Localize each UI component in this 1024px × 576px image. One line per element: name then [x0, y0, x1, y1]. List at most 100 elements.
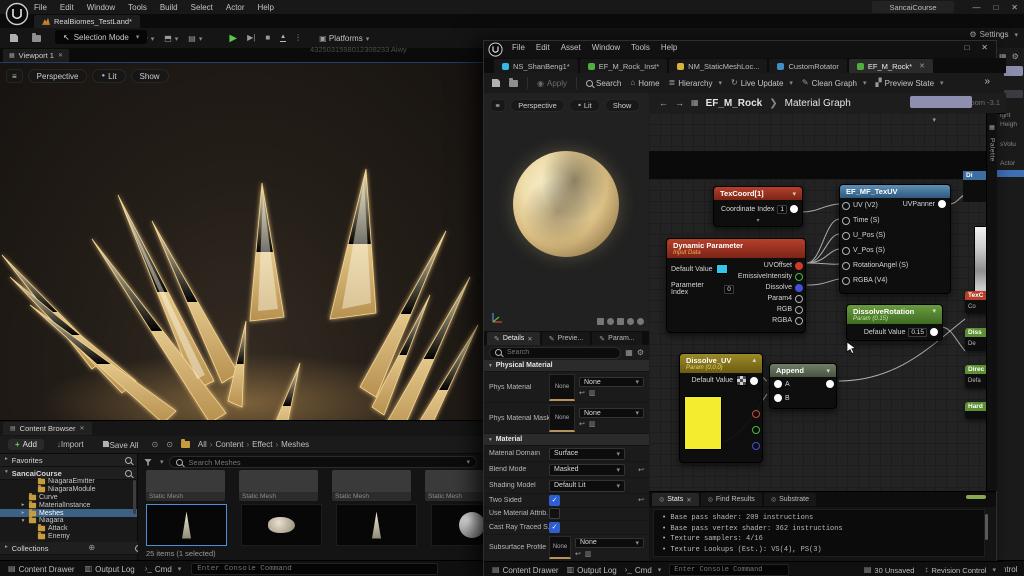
- output-pin[interactable]: [795, 317, 803, 325]
- menu-item[interactable]: Actor: [226, 3, 245, 12]
- output-log-button[interactable]: ▥Output Log: [85, 565, 135, 574]
- browse-icon[interactable]: ▥: [589, 420, 596, 428]
- close-icon[interactable]: ✕: [1011, 3, 1018, 12]
- platforms-dropdown[interactable]: ▣ Platforms▾: [314, 32, 374, 45]
- tab-content-browser[interactable]: ▤ Content Browser ✕: [3, 422, 92, 435]
- node-append[interactable]: Append▾ A B: [769, 363, 837, 409]
- tab-level[interactable]: RealBiomes_TestLand*: [34, 15, 140, 28]
- node-dissolve-rotation[interactable]: DissolveRotation▾ Param (0.15) Default V…: [846, 304, 943, 341]
- graph-canvas[interactable]: TexCoord[1]▾ Coordinate Index 1 ▾ Dynami…: [649, 113, 986, 491]
- node-partial[interactable]: Diss De: [965, 328, 986, 351]
- revision-control-button[interactable]: ↕Revision Control▾: [924, 566, 996, 575]
- floating-combo[interactable]: [910, 96, 972, 108]
- default-value-swatch[interactable]: [736, 375, 747, 386]
- viewport-menu-button[interactable]: ≡: [6, 69, 23, 83]
- parameter-index-input[interactable]: 0: [724, 285, 734, 294]
- asset-tab[interactable]: EF_M_Rock_Inst*✕: [580, 59, 667, 73]
- menu-item[interactable]: Asset: [561, 43, 581, 52]
- stats-tab[interactable]: ◎ Stats✕: [652, 493, 699, 506]
- stop-icon[interactable]: ■: [265, 34, 270, 42]
- asset-tile[interactable]: Static Mesh: [332, 470, 411, 501]
- asset-search-input[interactable]: [187, 457, 460, 468]
- live-update-dropdown[interactable]: ↻Live Update▾: [731, 79, 793, 88]
- selected-row[interactable]: [996, 170, 1024, 177]
- favorites-row[interactable]: ▸Favorites: [0, 454, 137, 467]
- breadcrumb-item[interactable]: All›: [198, 440, 213, 449]
- browse-icon[interactable]: ▥: [589, 389, 596, 397]
- output-pin[interactable]: [826, 380, 834, 388]
- output-pin[interactable]: [795, 295, 803, 303]
- save-icon[interactable]: [492, 79, 500, 87]
- breadcrumb-item[interactable]: Effect›: [252, 440, 278, 449]
- asset-select[interactable]: None▾: [579, 408, 644, 418]
- home-button[interactable]: ⌂Home: [630, 79, 659, 88]
- details-tab[interactable]: ✎ Param...✕: [592, 332, 641, 345]
- minimize-icon[interactable]: —: [972, 3, 980, 12]
- close-icon[interactable]: ✕: [981, 43, 988, 52]
- save-all-button[interactable]: Save All: [97, 438, 144, 452]
- checkbox[interactable]: [549, 495, 560, 506]
- asset-thumbnail[interactable]: None: [549, 374, 575, 401]
- menu-item[interactable]: File: [34, 3, 47, 12]
- revert-icon[interactable]: ↩: [638, 466, 644, 474]
- use-selected-icon[interactable]: ↩: [579, 420, 585, 428]
- menu-item[interactable]: Window: [592, 43, 620, 52]
- import-button[interactable]: ↓Import: [52, 438, 89, 451]
- breadcrumb-item[interactable]: Content›: [215, 440, 249, 449]
- menu-item[interactable]: Select: [191, 3, 213, 12]
- save-icon[interactable]: [10, 34, 18, 42]
- plane-shape-icon[interactable]: [617, 318, 624, 325]
- checkbox[interactable]: [549, 522, 560, 533]
- stats-tab[interactable]: ◎ Find Results✕: [701, 493, 762, 506]
- asset-tile[interactable]: Static Mesh: [239, 470, 318, 501]
- cylinder-shape-icon[interactable]: [597, 318, 604, 325]
- use-selected-icon[interactable]: ↩: [575, 550, 581, 558]
- palette-icon[interactable]: ▦: [989, 125, 995, 131]
- apply-button[interactable]: ◉Apply: [537, 79, 567, 88]
- tree-item[interactable]: Attack: [0, 525, 137, 533]
- coordinate-index-input[interactable]: 1: [777, 205, 787, 214]
- breadcrumb-item[interactable]: Meshes›: [281, 440, 309, 449]
- history-back-icon[interactable]: ⊙: [151, 441, 158, 449]
- close-icon[interactable]: ✕: [527, 335, 532, 343]
- b-pin[interactable]: [752, 442, 760, 450]
- browse-icon[interactable]: ▥: [585, 550, 592, 558]
- breadcrumb-asset[interactable]: EF_M_Rock: [706, 98, 763, 109]
- back-icon[interactable]: ←: [659, 98, 668, 108]
- skip-icon[interactable]: ▶|: [247, 34, 255, 42]
- eject-icon[interactable]: ▲: [280, 35, 286, 42]
- node-partial[interactable]: Hard: [965, 402, 986, 419]
- browse-icon[interactable]: [509, 80, 518, 87]
- output-pin[interactable]: [938, 200, 946, 208]
- maximize-icon[interactable]: □: [964, 43, 969, 52]
- add-collection-icon[interactable]: ⊕: [88, 544, 95, 552]
- value-select[interactable]: Default Lit▾: [549, 480, 625, 492]
- tree-item[interactable]: ▾Niagara: [0, 517, 137, 525]
- asset-select[interactable]: None▾: [575, 538, 644, 548]
- display-icon[interactable]: ▦: [625, 349, 633, 357]
- palette-tab[interactable]: Palette: [989, 138, 996, 162]
- content-drawer-button[interactable]: ▤Content Drawer: [492, 566, 559, 575]
- lit-dropdown[interactable]: ●Lit: [570, 99, 600, 112]
- play-options-icon[interactable]: ⋮: [294, 34, 302, 42]
- input-pin-a[interactable]: [774, 380, 782, 388]
- node-ef-mf-texuv[interactable]: EF_MF_TexUV UV (V2): [839, 184, 951, 294]
- asset-search[interactable]: ▾: [169, 456, 477, 468]
- input-pin[interactable]: [842, 262, 850, 270]
- history-fwd-icon[interactable]: ⊙: [166, 441, 173, 449]
- show-dropdown[interactable]: Show: [131, 69, 169, 83]
- output-pin[interactable]: [750, 377, 758, 385]
- menu-item[interactable]: Build: [160, 3, 178, 12]
- checkbox[interactable]: [549, 508, 560, 519]
- asset-thumbnail[interactable]: [336, 504, 417, 546]
- default-value-input[interactable]: 0.15: [908, 328, 927, 337]
- asset-tile[interactable]: Static Mesh: [146, 470, 225, 501]
- node-partial[interactable]: TexC Co: [965, 291, 986, 314]
- cube-shape-icon[interactable]: [627, 318, 634, 325]
- output-log-button[interactable]: ▥Output Log: [567, 566, 617, 575]
- asset-thumbnail[interactable]: None: [549, 405, 575, 432]
- cinematics-button[interactable]: ▤▾: [183, 32, 207, 45]
- use-selected-icon[interactable]: ↩: [579, 389, 585, 397]
- lit-dropdown[interactable]: ●Lit: [92, 69, 125, 83]
- unsaved-button[interactable]: ▤30 Unsaved: [864, 566, 915, 575]
